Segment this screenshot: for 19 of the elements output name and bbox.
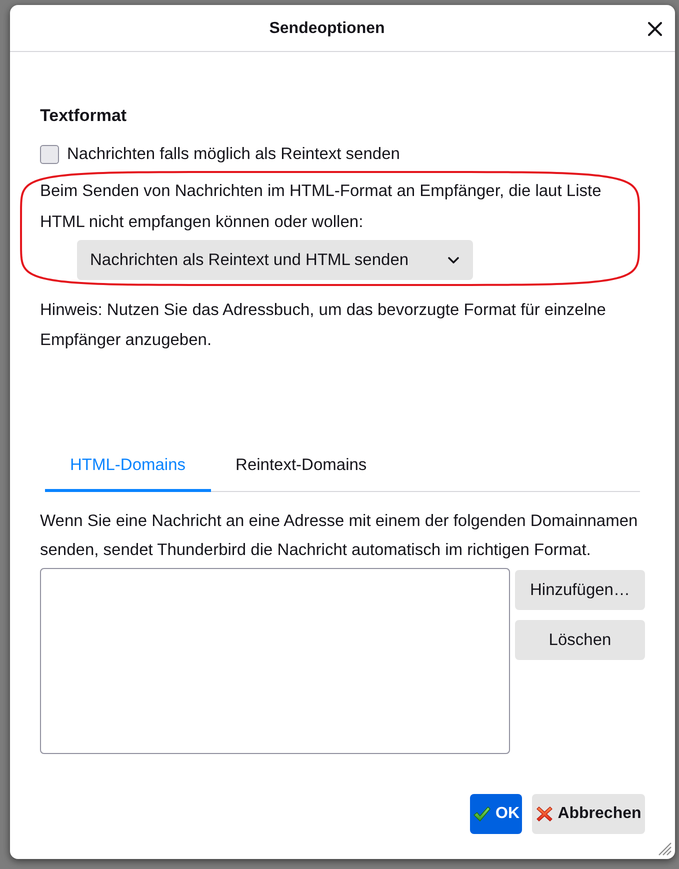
ok-button[interactable]: OK bbox=[470, 794, 522, 834]
checkbox[interactable] bbox=[40, 144, 59, 164]
dialog-title: Sendeoptionen bbox=[268, 19, 386, 39]
close-icon bbox=[648, 22, 662, 36]
cross-icon bbox=[536, 806, 553, 822]
format-dropdown[interactable]: Nachrichten als Reintext und HTML senden bbox=[77, 240, 473, 280]
delete-button[interactable]: Löschen bbox=[515, 620, 645, 660]
section-heading: Textformat bbox=[40, 105, 127, 127]
cancel-button[interactable]: Abbrechen bbox=[532, 794, 645, 834]
description-text: Beim Senden von Nachrichten im HTML-Format an Empfänger, die laut Liste HTML nicht empfangen können oder wollen: bbox=[40, 182, 602, 230]
tab[interactable]: Reintext-Domains bbox=[210, 441, 392, 492]
resize-grip-icon[interactable] bbox=[656, 840, 672, 856]
chevron-down-icon bbox=[448, 256, 459, 264]
tab[interactable]: HTML-Domains bbox=[45, 441, 211, 492]
checkmark-icon bbox=[472, 806, 490, 822]
checkbox-label[interactable]: Nachrichten falls möglich als Reintext senden bbox=[67, 142, 400, 166]
description-text: Wenn Sie eine Nachricht an eine Adresse mit einem der folgenden Domainnamen senden, sendet Thunderbird die Nachricht automatisch im richtigen Format. bbox=[40, 510, 639, 560]
add-button[interactable]: Hinzufügen… bbox=[515, 570, 645, 610]
hint-text: Hinweis: Nutzen Sie das Adressbuch, um das bevorzugte Format für einzelne Empfänger anzugeben. bbox=[40, 300, 607, 351]
